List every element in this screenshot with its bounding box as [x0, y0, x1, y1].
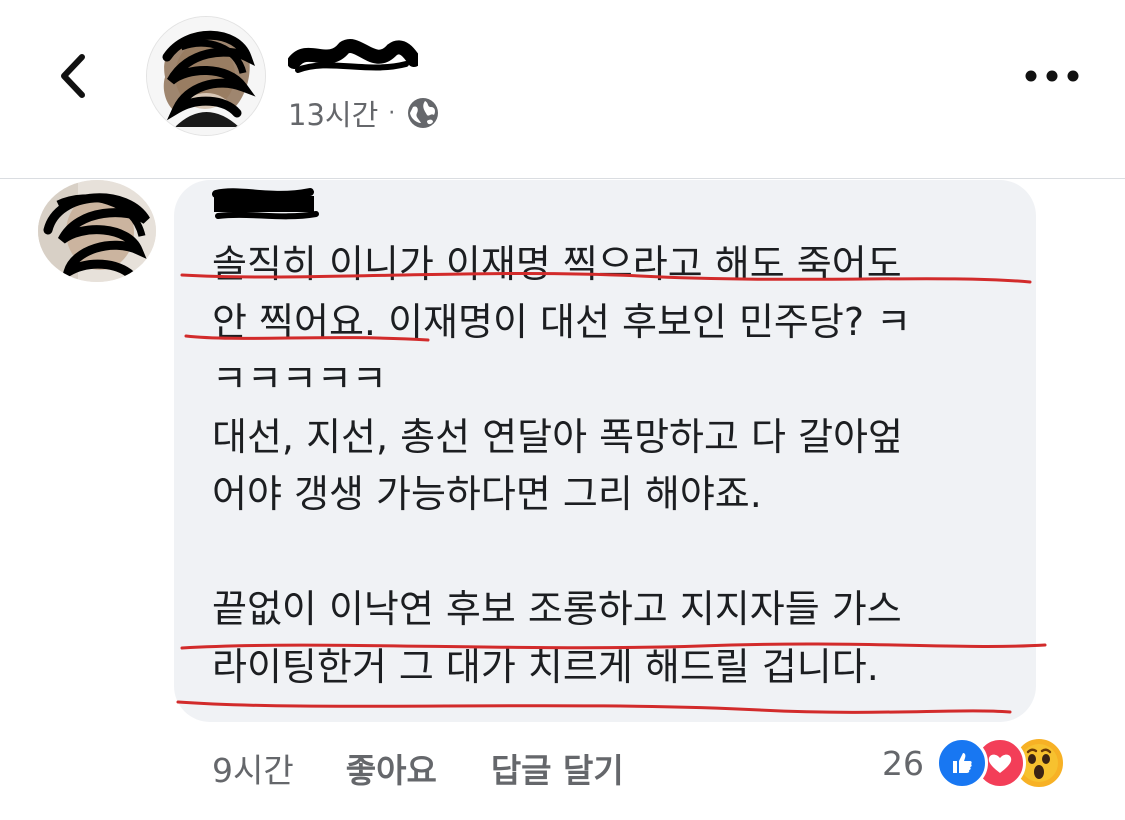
reaction-summary[interactable]: 26 — [882, 736, 1066, 790]
header-divider — [0, 178, 1125, 179]
reaction-count[interactable]: 26 — [882, 744, 924, 783]
more-horizontal-icon — [1025, 70, 1079, 82]
post-timestamp[interactable]: 13시간 — [288, 92, 378, 134]
comment-line: ㅋㅋㅋㅋㅋ — [212, 357, 387, 401]
comment-line: 끝없이 이낙연 후보 조롱하고 지지자들 가스 — [212, 587, 902, 631]
like-icon — [936, 737, 988, 789]
comment-line: 어야 갱생 가능하다면 그리 해야죠. — [212, 472, 762, 516]
comment-line: 솔직히 이니가 이재명 찍으라고 해도 죽어도 — [212, 242, 902, 286]
commenter-avatar[interactable] — [38, 180, 156, 282]
comment-line: 대선, 지선, 총선 연달아 폭망하고 다 갈아엎 — [212, 414, 903, 459]
post-meta: 13시간 · — [288, 92, 441, 134]
like-button[interactable]: 좋아요 — [346, 744, 437, 792]
commenter-name-redacted[interactable] — [210, 186, 320, 222]
reply-button[interactable]: 답글 달기 — [491, 744, 624, 792]
globe-icon — [408, 98, 439, 128]
comment-line: 라이팅한거 그 대가 치르게 해드릴 겁니다. — [212, 644, 879, 689]
meta-separator: · — [388, 100, 396, 126]
chevron-left-icon — [61, 54, 85, 98]
poster-name-redacted[interactable] — [287, 34, 421, 78]
comment-timestamp[interactable]: 9시간 — [212, 744, 294, 792]
post-header: 13시간 · — [0, 0, 1125, 178]
back-button[interactable] — [44, 46, 104, 106]
comment-actions: 9시간 좋아요 답글 달기 — [212, 744, 624, 792]
poster-avatar[interactable] — [146, 16, 266, 136]
comment-blank-line — [212, 524, 1032, 582]
more-options-button[interactable] — [1022, 56, 1082, 96]
comment-line: 안 찍어요. 이재명이 대선 후보인 민주당? ㅋ — [212, 299, 912, 344]
comment-text: 솔직히 이니가 이재명 찍으라고 해도 죽어도 안 찍어요. 이재명이 대선 후… — [212, 236, 1032, 696]
